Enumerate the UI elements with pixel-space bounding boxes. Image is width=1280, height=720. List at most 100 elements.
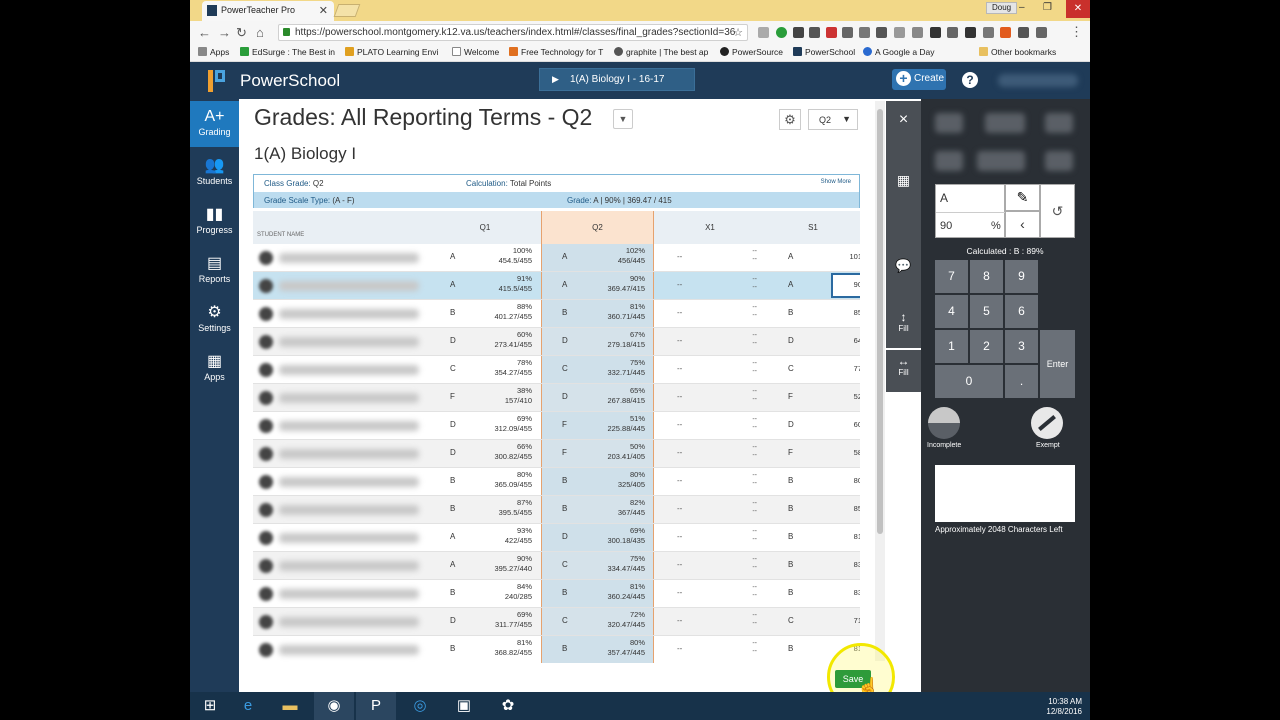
grade-cell-s1[interactable]: B 80 bbox=[766, 468, 860, 495]
star-icon[interactable]: ☆ bbox=[733, 26, 743, 39]
internet-explorer-icon[interactable]: e bbox=[228, 692, 268, 720]
nav-item-grading[interactable]: A+ Grading bbox=[190, 101, 239, 147]
grade-cell-x1[interactable]: -- -- -- bbox=[655, 468, 765, 495]
grade-cell-x1[interactable]: -- -- -- bbox=[655, 412, 765, 439]
grade-cell-x1[interactable]: -- -- -- bbox=[655, 272, 765, 299]
help-icon[interactable]: ? bbox=[962, 72, 978, 88]
grade-cell-s1[interactable]: C 77 bbox=[766, 356, 860, 383]
grade-cell-x1[interactable]: -- -- -- bbox=[655, 524, 765, 551]
grade-cell-s1[interactable]: D 60 bbox=[766, 412, 860, 439]
grade-cell-q2[interactable]: A 90% 369.47/415 bbox=[541, 272, 860, 299]
grade-cell-x1[interactable]: -- -- -- bbox=[655, 440, 765, 467]
close-tab-icon[interactable]: ✕ bbox=[319, 4, 328, 17]
grade-cell-q2[interactable]: F 50% 203.41/405 bbox=[541, 440, 654, 467]
nav-item-students[interactable]: 👥 Students bbox=[190, 150, 239, 196]
vertical-scrollbar[interactable] bbox=[875, 101, 885, 661]
column-header-q1[interactable]: Q1 bbox=[430, 223, 540, 232]
student-name-blurred[interactable] bbox=[279, 589, 419, 599]
show-more-link[interactable]: Show More bbox=[821, 179, 851, 185]
grade-cell-s1[interactable]: C 71 bbox=[766, 608, 860, 635]
grade-cell-q1[interactable]: D 66% 300.82/455 bbox=[430, 440, 540, 467]
grade-cell-q2[interactable]: D 65% 267.88/415 bbox=[541, 384, 654, 411]
minimize-icon[interactable]: – bbox=[1019, 2, 1025, 13]
grade-cell-s1[interactable]: B 83 bbox=[766, 580, 860, 607]
grade-cell-q1[interactable]: B 87% 395.5/455 bbox=[430, 496, 540, 523]
blurred-button[interactable] bbox=[985, 113, 1025, 133]
extension-icon[interactable] bbox=[809, 27, 820, 38]
fill-horizontal-button[interactable]: ↔ Fill bbox=[886, 350, 921, 392]
key-decimal[interactable]: . bbox=[1005, 365, 1038, 398]
grade-cell-q1[interactable]: B 84% 240/285 bbox=[430, 580, 540, 607]
windows-start-icon[interactable]: ⊞ bbox=[190, 692, 230, 720]
column-header-x1[interactable]: X1 bbox=[655, 223, 765, 232]
key-2[interactable]: 2 bbox=[970, 330, 1003, 363]
app-icon[interactable]: ◎ bbox=[400, 692, 440, 720]
grade-cell-q1[interactable]: B 88% 401.27/455 bbox=[430, 300, 540, 327]
grade-cell-x1[interactable]: -- -- -- bbox=[655, 608, 765, 635]
grade-cell-s1[interactable]: B 81 bbox=[766, 524, 860, 551]
extension-icon[interactable] bbox=[793, 27, 804, 38]
bookmark-free-technology[interactable]: Free Technology for T bbox=[509, 47, 603, 57]
back-icon[interactable]: ← bbox=[198, 25, 211, 40]
grade-cell-q1[interactable]: C 78% 354.27/455 bbox=[430, 356, 540, 383]
grade-cell-q1[interactable]: B 80% 365.09/455 bbox=[430, 468, 540, 495]
blurred-button[interactable] bbox=[1045, 113, 1073, 133]
grade-cell-s1[interactable]: F 58 bbox=[766, 440, 860, 467]
blurred-button[interactable] bbox=[1045, 151, 1073, 171]
grade-cell-s1[interactable]: B 83 bbox=[766, 552, 860, 579]
grade-cell-q2[interactable]: B 82% 367/445 bbox=[541, 496, 654, 523]
grade-cell-q1[interactable]: A 91% 415.5/455 bbox=[430, 272, 540, 299]
student-name-blurred[interactable] bbox=[279, 253, 419, 263]
grade-cell-q2[interactable]: B 81% 360.24/445 bbox=[541, 580, 654, 607]
student-name-blurred[interactable] bbox=[279, 449, 419, 459]
nav-item-progress[interactable]: ▮▮ Progress bbox=[190, 199, 239, 245]
bookmark-apps[interactable]: Apps bbox=[198, 47, 229, 57]
student-name-blurred[interactable] bbox=[279, 645, 419, 655]
student-name-blurred[interactable] bbox=[279, 421, 419, 431]
percent-input[interactable]: 90 % bbox=[936, 212, 1006, 239]
create-button[interactable]: + Create bbox=[892, 69, 946, 90]
grade-cell-x1[interactable]: -- -- -- bbox=[655, 244, 765, 271]
bookmark-other[interactable]: Other bookmarks bbox=[979, 47, 1056, 57]
grade-cell-q1[interactable]: B 81% 368.82/455 bbox=[430, 636, 540, 663]
extension-icon[interactable] bbox=[842, 27, 853, 38]
grade-cell-q2[interactable]: F 51% 225.88/445 bbox=[541, 412, 654, 439]
comment-button[interactable]: 💬 bbox=[886, 226, 921, 306]
exempt-icon[interactable] bbox=[1031, 407, 1063, 439]
student-name-blurred[interactable] bbox=[279, 281, 419, 291]
grade-cell-q1[interactable]: D 69% 311.77/455 bbox=[430, 608, 540, 635]
class-selector[interactable]: ▶ 1(A) Biology I - 16-17 bbox=[539, 68, 695, 91]
bookmark-powerschool[interactable]: PowerSchool bbox=[793, 47, 855, 57]
student-name-blurred[interactable] bbox=[279, 561, 419, 571]
scrollbar-thumb[interactable] bbox=[877, 109, 883, 534]
grade-cell-q1[interactable]: D 69% 312.09/455 bbox=[430, 412, 540, 439]
close-panel-button[interactable]: × bbox=[886, 101, 921, 139]
backspace-icon[interactable]: ‹ bbox=[1005, 211, 1040, 238]
student-name-blurred[interactable] bbox=[279, 505, 419, 515]
grade-cell-x1[interactable]: -- -- -- bbox=[655, 356, 765, 383]
grade-cell-x1[interactable]: -- -- -- bbox=[655, 300, 765, 327]
extension-icon[interactable] bbox=[859, 27, 870, 38]
bookmark-google-a-day[interactable]: A Google a Day bbox=[863, 47, 935, 57]
extension-icon[interactable] bbox=[1018, 27, 1029, 38]
column-header-q2[interactable]: Q2 bbox=[541, 223, 654, 232]
grade-cell-q2[interactable]: C 75% 334.47/445 bbox=[541, 552, 654, 579]
pencil-icon[interactable]: ✎ bbox=[1005, 184, 1040, 211]
close-window-icon[interactable]: ✕ bbox=[1066, 0, 1090, 18]
bookmark-welcome[interactable]: Welcome bbox=[452, 47, 499, 57]
grade-cell-q1[interactable]: A 90% 395.27/440 bbox=[430, 552, 540, 579]
grade-cell-q1[interactable]: F 38% 157/410 bbox=[430, 384, 540, 411]
key-0[interactable]: 0 bbox=[935, 365, 1003, 398]
app-icon[interactable]: ▣ bbox=[444, 692, 484, 720]
grade-cell-s1[interactable]: A 90 bbox=[766, 272, 860, 299]
bookmark-edsurge[interactable]: EdSurge : The Best in bbox=[240, 47, 335, 57]
grade-cell-q2[interactable]: A 102% 456/445 bbox=[541, 244, 654, 271]
new-tab-button[interactable] bbox=[333, 4, 361, 17]
comment-textarea[interactable] bbox=[935, 465, 1075, 522]
grade-cell-q2[interactable]: D 67% 279.18/415 bbox=[541, 328, 654, 355]
grade-cell-x1[interactable]: -- -- -- bbox=[655, 384, 765, 411]
grade-cell-x1[interactable]: -- -- -- bbox=[655, 552, 765, 579]
key-3[interactable]: 3 bbox=[1005, 330, 1038, 363]
blurred-button[interactable] bbox=[935, 151, 963, 171]
grade-cell-q1[interactable]: A 93% 422/455 bbox=[430, 524, 540, 551]
